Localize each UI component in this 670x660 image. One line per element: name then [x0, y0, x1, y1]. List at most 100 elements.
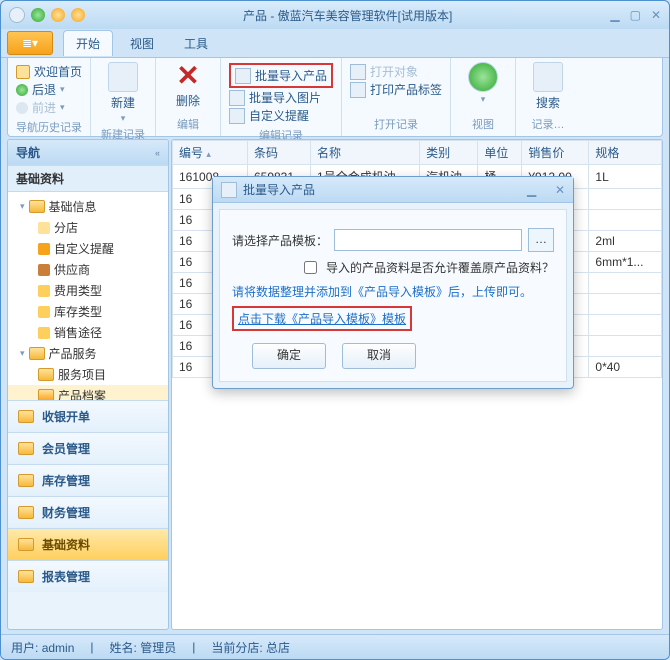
cell-spec	[589, 336, 662, 357]
people-icon	[38, 264, 50, 276]
welcome-home[interactable]: 欢迎首页	[16, 63, 82, 80]
col-price[interactable]: 销售价	[522, 141, 589, 165]
tag-icon	[38, 306, 50, 318]
dialog-minimize-icon[interactable]: ▁	[527, 183, 536, 197]
close-icon[interactable]: ✕	[651, 8, 661, 22]
custom-remind-button[interactable]: 自定义提醒	[229, 107, 333, 124]
titlebar: 产品 - 傲蓝汽车美容管理软件[试用版本] ▁ ▢ ✕	[1, 1, 669, 29]
back-button[interactable]: 后退 ▾	[16, 81, 82, 98]
nav-cashier[interactable]: 收银开单	[8, 400, 168, 432]
col-spec[interactable]: 规格	[589, 141, 662, 165]
group-view: ▾ 视图	[451, 58, 516, 136]
grid-icon	[229, 90, 245, 106]
tag-icon	[38, 285, 50, 297]
tree-supplier[interactable]: 供应商	[8, 259, 168, 280]
nav-base[interactable]: 基础资料	[8, 528, 168, 560]
view-button[interactable]: ▾	[459, 62, 507, 105]
group-nav: 欢迎首页 后退 ▾ 前进 ▾ 导航历史记录	[8, 58, 91, 136]
search-icon	[533, 62, 563, 92]
cell-spec	[589, 294, 662, 315]
col-code[interactable]: 编号 ▴	[173, 141, 248, 165]
col-barcode[interactable]: 条码	[247, 141, 310, 165]
app-menu-button[interactable]: ≣▾	[7, 31, 53, 55]
group-record: 搜索 记录…	[516, 58, 580, 136]
tag-icon	[38, 327, 50, 339]
dialog-title: 批量导入产品	[243, 181, 315, 198]
cell-spec: 0*40	[589, 357, 662, 378]
folder-icon	[18, 506, 34, 519]
tab-start[interactable]: 开始	[63, 30, 113, 56]
new-button[interactable]: 新建▾	[99, 62, 147, 124]
ribbon: 欢迎首页 后退 ▾ 前进 ▾ 导航历史记录 新建▾ 新建记录 ✕删除 编辑 批量…	[7, 58, 663, 137]
open-object-button: 打开对象	[350, 63, 442, 80]
tab-view[interactable]: 视图	[117, 30, 167, 56]
statusbar: 用户: admin | 姓名: 管理员 | 当前分店: 总店	[1, 634, 669, 659]
dialog-titlebar: 批量导入产品 ▁ ✕	[213, 177, 573, 203]
cell-spec	[589, 210, 662, 231]
hint-text: 请将数据整理并添加到《产品导入模板》后，上传即可。	[232, 283, 532, 300]
nav-member[interactable]: 会员管理	[8, 432, 168, 464]
folder-open-icon	[38, 389, 54, 400]
main-grid-area: 编号 ▴ 条码 名称 类别 单位 销售价 规格 161008...6598311…	[171, 139, 663, 630]
import-products-button[interactable]: 批量导入产品	[229, 63, 333, 88]
status-branch: 总店	[266, 641, 290, 655]
import-products-dialog: 批量导入产品 ▁ ✕ 请选择产品模板： … 导入的产品资料是否允许覆盖原产品资料…	[212, 176, 574, 389]
forward-button: 前进 ▾	[16, 99, 82, 116]
grid-icon	[235, 68, 251, 84]
cancel-button[interactable]: 取消	[342, 343, 416, 369]
cell-spec: 1L	[589, 165, 662, 189]
tree-base-info[interactable]: ▾基础信息	[8, 196, 168, 217]
print-label-button[interactable]: 打印产品标签	[350, 81, 442, 98]
cell-spec	[589, 315, 662, 336]
sys-menu-icon[interactable]	[9, 7, 25, 23]
tree-fee-type[interactable]: 费用类型	[8, 280, 168, 301]
browse-button[interactable]: …	[528, 228, 554, 252]
status-user: admin	[42, 641, 75, 655]
window-title: 产品 - 傲蓝汽车美容管理软件[试用版本]	[85, 7, 610, 24]
col-name[interactable]: 名称	[311, 141, 420, 165]
dialog-close-icon[interactable]: ✕	[555, 183, 565, 197]
sidebar-section: 基础资料	[8, 165, 168, 192]
search-button[interactable]: 搜索	[524, 62, 572, 111]
nav-stock[interactable]: 库存管理	[8, 464, 168, 496]
sidebar-header: 导航«	[8, 140, 168, 165]
down-icon[interactable]	[71, 8, 85, 22]
cell-spec	[589, 189, 662, 210]
col-category[interactable]: 类别	[420, 141, 478, 165]
bell-icon	[229, 108, 245, 124]
up-icon[interactable]	[51, 8, 65, 22]
tree-product-archive[interactable]: 产品档案	[8, 385, 168, 400]
overwrite-label: 导入的产品资料是否允许覆盖原产品资料？	[326, 259, 554, 276]
print-icon	[350, 82, 366, 98]
delete-button[interactable]: ✕删除	[164, 62, 212, 109]
overwrite-checkbox[interactable]	[304, 261, 317, 274]
ok-button[interactable]: 确定	[252, 343, 326, 369]
import-images-button[interactable]: 批量导入图片	[229, 89, 333, 106]
back-icon	[16, 84, 28, 96]
tab-tool[interactable]: 工具	[171, 30, 221, 56]
folder-icon	[18, 442, 34, 455]
download-template-link[interactable]: 点击下载《产品导入模板》模板	[238, 310, 406, 327]
tree-branch[interactable]: 分店	[8, 217, 168, 238]
sidebar: 导航« 基础资料 ▾基础信息 分店 自定义提醒 供应商 费用类型 库存类型 销售…	[7, 139, 169, 630]
refresh-icon[interactable]	[31, 8, 45, 22]
tree-product-service[interactable]: ▾产品服务	[8, 343, 168, 364]
nav-tree: ▾基础信息 分店 自定义提醒 供应商 费用类型 库存类型 销售途径 ▾产品服务 …	[8, 192, 168, 400]
template-path-input[interactable]	[334, 229, 522, 251]
nav-stack: 收银开单 会员管理 库存管理 财务管理 基础资料 报表管理	[8, 400, 168, 592]
nav-report[interactable]: 报表管理	[8, 560, 168, 592]
group-label: 导航历史记录	[16, 119, 82, 135]
folder-icon	[29, 200, 45, 213]
maximize-icon[interactable]: ▢	[630, 8, 641, 22]
col-unit[interactable]: 单位	[478, 141, 522, 165]
tree-sales-channel[interactable]: 销售途径	[8, 322, 168, 343]
folder-icon	[18, 538, 34, 551]
tree-stock-type[interactable]: 库存类型	[8, 301, 168, 322]
tree-custom-remind[interactable]: 自定义提醒	[8, 238, 168, 259]
folder-icon	[18, 410, 34, 423]
nav-finance[interactable]: 财务管理	[8, 496, 168, 528]
cell-spec: 6mm*1...	[589, 252, 662, 273]
minimize-icon[interactable]: ▁	[610, 8, 619, 22]
collapse-icon[interactable]: «	[155, 148, 160, 158]
tree-service-item[interactable]: 服务项目	[8, 364, 168, 385]
